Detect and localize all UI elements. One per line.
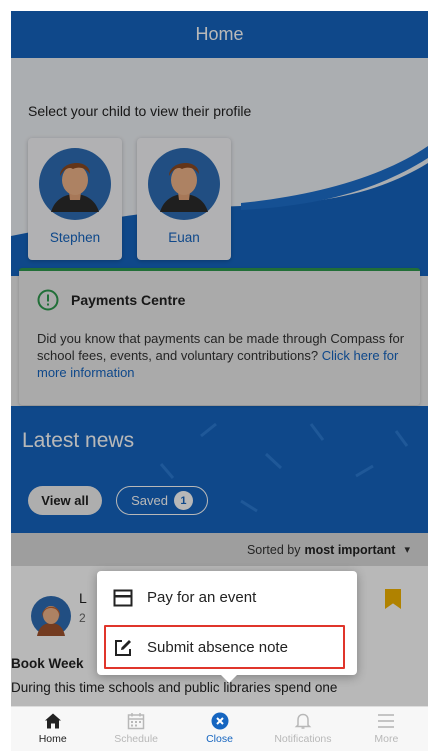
- home-icon: [44, 713, 61, 729]
- tab-close-label: Close: [206, 733, 233, 745]
- tab-notifications[interactable]: Notifications: [261, 707, 344, 751]
- tab-more-label: More: [374, 733, 399, 745]
- tab-more[interactable]: More: [345, 707, 428, 751]
- close-circle-icon: [211, 712, 229, 730]
- menu-icon: [378, 714, 395, 728]
- pay-for-event-menu-item[interactable]: Pay for an event: [97, 577, 357, 618]
- app-screen: Home Select your child to view their pro…: [11, 11, 428, 751]
- tab-schedule[interactable]: Schedule: [94, 707, 177, 751]
- calendar-icon: [127, 713, 145, 730]
- pay-for-event-label: Pay for an event: [147, 589, 257, 606]
- bell-icon: [294, 713, 312, 729]
- bottom-tab-bar: Home Schedule Close Notifications More: [11, 706, 428, 751]
- tab-close[interactable]: Close: [178, 707, 261, 751]
- quick-actions-popup: Pay for an event Submit absence note: [97, 571, 357, 683]
- tab-schedule-label: Schedule: [114, 733, 158, 745]
- card-icon: [113, 589, 133, 606]
- submit-absence-note-menu-item[interactable]: Submit absence note: [97, 627, 357, 668]
- tab-home-label: Home: [38, 733, 67, 745]
- tab-home[interactable]: Home: [11, 707, 94, 751]
- tab-notifications-label: Notifications: [274, 733, 332, 745]
- edit-note-icon: [115, 639, 131, 656]
- submit-absence-note-label: Submit absence note: [147, 639, 288, 656]
